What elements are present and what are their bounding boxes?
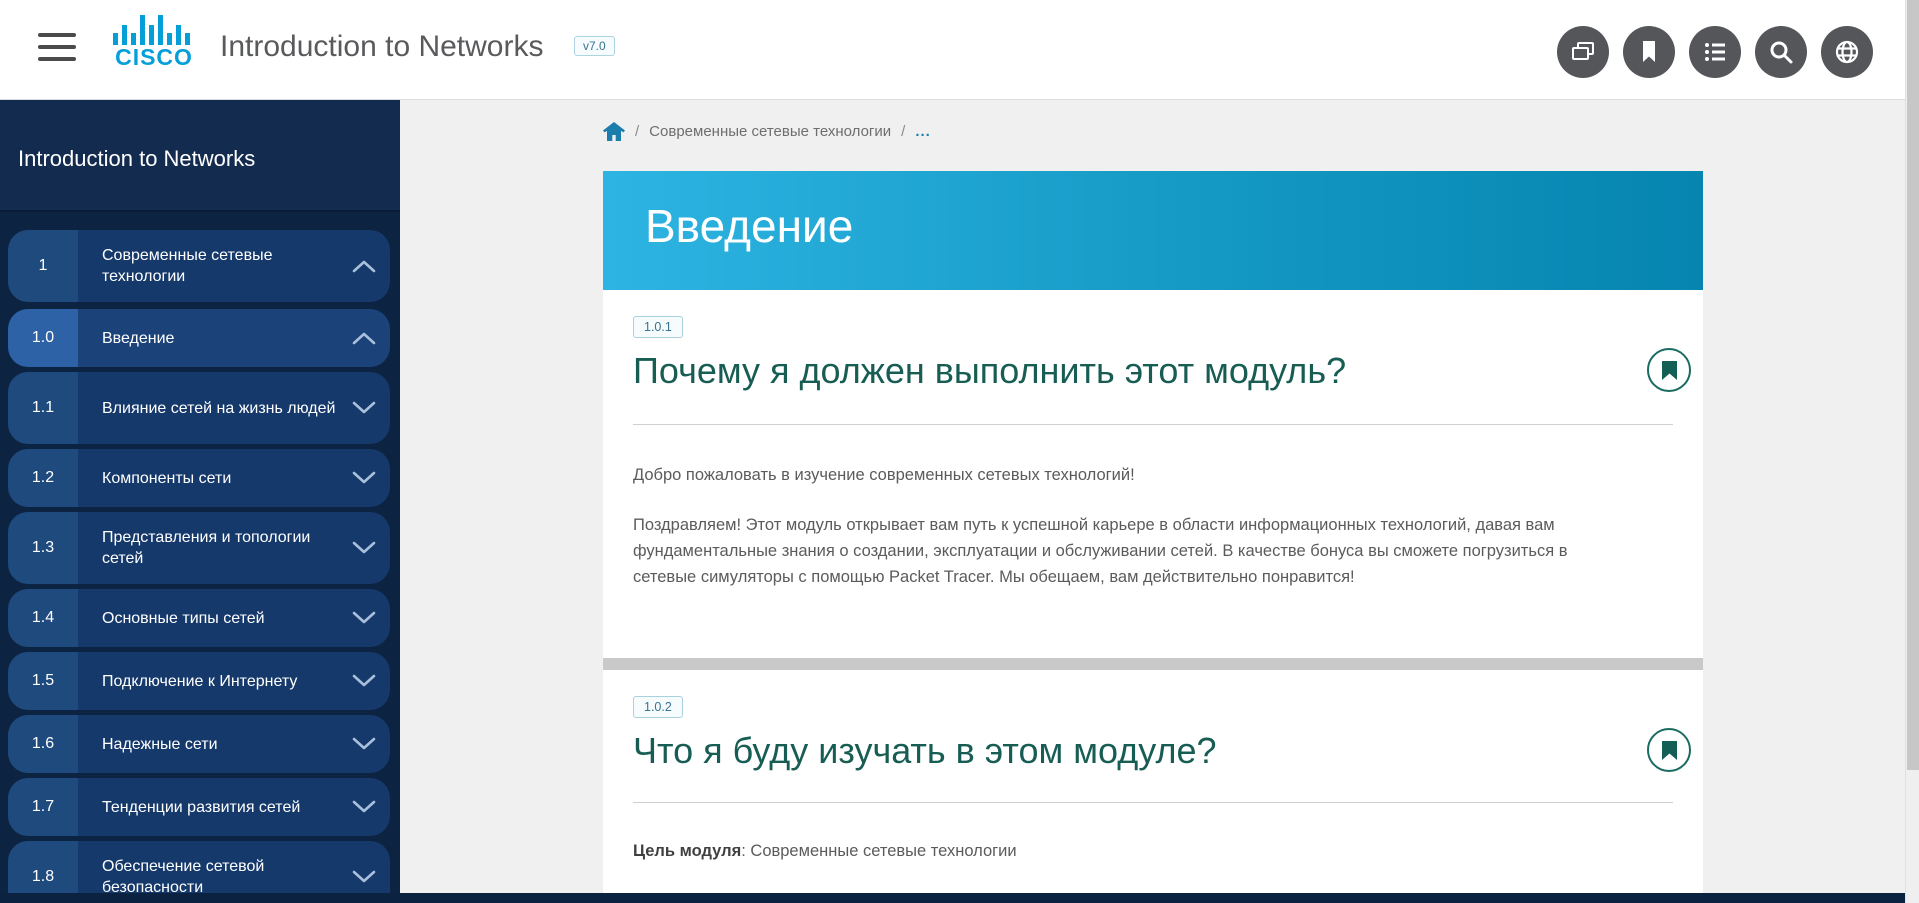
chevron-down-icon xyxy=(352,674,376,688)
sidebar-item-1-7[interactable]: 1.7 Тенденции развития сетей xyxy=(8,778,390,836)
breadcrumb: / Современные сетевые технологии / ... xyxy=(603,122,931,141)
section-heading: Почему я должен выполнить этот модуль? xyxy=(633,350,1346,392)
section-1-0-1: 1.0.1 Почему я должен выполнить этот мод… xyxy=(603,290,1703,658)
hamburger-menu-button[interactable] xyxy=(38,33,76,65)
section-1-0-2: 1.0.2 Что я буду изучать в этом модуле? … xyxy=(603,670,1703,893)
module-number-badge: 1.5 xyxy=(8,652,78,710)
sidebar-item-1-5[interactable]: 1.5 Подключение к Интернету xyxy=(8,652,390,710)
module-number-badge: 1.2 xyxy=(8,449,78,507)
table-of-contents-button[interactable] xyxy=(1689,26,1741,78)
cisco-wordmark: CISCO xyxy=(104,46,204,69)
sidebar-course-title: Introduction to Networks xyxy=(18,146,255,172)
bookmark-icon xyxy=(1634,37,1664,67)
sidebar-item-1-6[interactable]: 1.6 Надежные сети xyxy=(8,715,390,773)
section-divider-band xyxy=(603,658,1703,670)
module-number-badge: 1.1 xyxy=(8,372,78,444)
cisco-logo-bars xyxy=(113,14,195,45)
chevron-down-icon xyxy=(352,870,376,884)
windows-icon xyxy=(1568,37,1598,67)
bottom-bar xyxy=(0,893,1919,903)
module-number-badge: 1 xyxy=(8,230,78,302)
topic-number-badge: 1.0.2 xyxy=(633,696,683,718)
windows-button[interactable] xyxy=(1557,26,1609,78)
section-paragraph: Добро пожаловать в изучение современных … xyxy=(633,462,1633,488)
course-sidebar: Introduction to Networks 1 Современные с… xyxy=(0,100,400,893)
chevron-down-icon xyxy=(352,401,376,415)
breadcrumb-ellipsis[interactable]: ... xyxy=(915,123,931,140)
module-number-badge: 1.4 xyxy=(8,589,78,647)
heading-divider xyxy=(633,802,1673,803)
search-button[interactable] xyxy=(1755,26,1807,78)
language-button[interactable] xyxy=(1821,26,1873,78)
breadcrumb-separator: / xyxy=(635,123,639,140)
sidebar-item-1-4[interactable]: 1.4 Основные типы сетей xyxy=(8,589,390,647)
bookmark-icon xyxy=(1662,361,1677,380)
sidebar-title-panel: Introduction to Networks xyxy=(0,100,400,212)
top-header: CISCO Introduction to Networks v7.0 xyxy=(0,0,1905,100)
module-number-badge: 1.3 xyxy=(8,512,78,584)
chevron-down-icon xyxy=(352,471,376,485)
chevron-down-icon xyxy=(352,541,376,555)
module-number-badge: 1.0 xyxy=(8,309,78,367)
sidebar-item-1-1[interactable]: 1.1 Влияние сетей на жизнь людей xyxy=(8,372,390,444)
breadcrumb-separator: / xyxy=(901,123,905,140)
course-title: Introduction to Networks xyxy=(220,30,543,64)
module-banner: Введение xyxy=(603,171,1703,290)
vertical-scrollbar[interactable] xyxy=(1905,0,1919,903)
breadcrumb-home-link[interactable] xyxy=(603,122,625,141)
scrollbar-thumb[interactable] xyxy=(1907,0,1919,770)
chevron-down-icon xyxy=(352,737,376,751)
heading-divider xyxy=(633,424,1673,425)
version-badge: v7.0 xyxy=(574,36,615,56)
module-banner-title: Введение xyxy=(645,199,853,253)
bookmark-section-button[interactable] xyxy=(1647,728,1691,772)
sidebar-item-1-2[interactable]: 1.2 Компоненты сети xyxy=(8,449,390,507)
list-icon xyxy=(1700,37,1730,67)
chevron-up-icon xyxy=(352,259,376,273)
sidebar-item-1-0[interactable]: 1.0 Введение xyxy=(8,309,390,367)
module-goal-value: : Современные сетевые технологии xyxy=(741,842,1016,860)
bookmark-section-button[interactable] xyxy=(1647,348,1691,392)
cisco-logo: CISCO xyxy=(104,14,204,69)
sidebar-item-module-1[interactable]: 1 Современные сетевые технологии xyxy=(8,230,390,302)
module-goal-line: Цель модуля: Современные сетевые техноло… xyxy=(633,842,1017,861)
sidebar-item-1-3[interactable]: 1.3 Представления и топологии сетей xyxy=(8,512,390,584)
globe-icon xyxy=(1832,37,1862,67)
header-action-buttons xyxy=(1557,26,1873,78)
module-number-badge: 1.6 xyxy=(8,715,78,773)
module-number-badge: 1.7 xyxy=(8,778,78,836)
bookmarks-button[interactable] xyxy=(1623,26,1675,78)
chevron-up-icon xyxy=(352,331,376,345)
module-goal-label: Цель модуля xyxy=(633,842,741,860)
netacad-course-page: CISCO Introduction to Networks v7.0 xyxy=(0,0,1919,903)
topic-number-badge: 1.0.1 xyxy=(633,316,683,338)
breadcrumb-module[interactable]: Современные сетевые технологии xyxy=(649,123,891,140)
bookmark-icon xyxy=(1662,741,1677,760)
search-icon xyxy=(1766,37,1796,67)
home-icon xyxy=(603,122,625,141)
section-paragraph: Поздравляем! Этот модуль открывает вам п… xyxy=(633,512,1633,590)
section-heading: Что я буду изучать в этом модуле? xyxy=(633,730,1217,772)
chevron-down-icon xyxy=(352,611,376,625)
chevron-down-icon xyxy=(352,800,376,814)
